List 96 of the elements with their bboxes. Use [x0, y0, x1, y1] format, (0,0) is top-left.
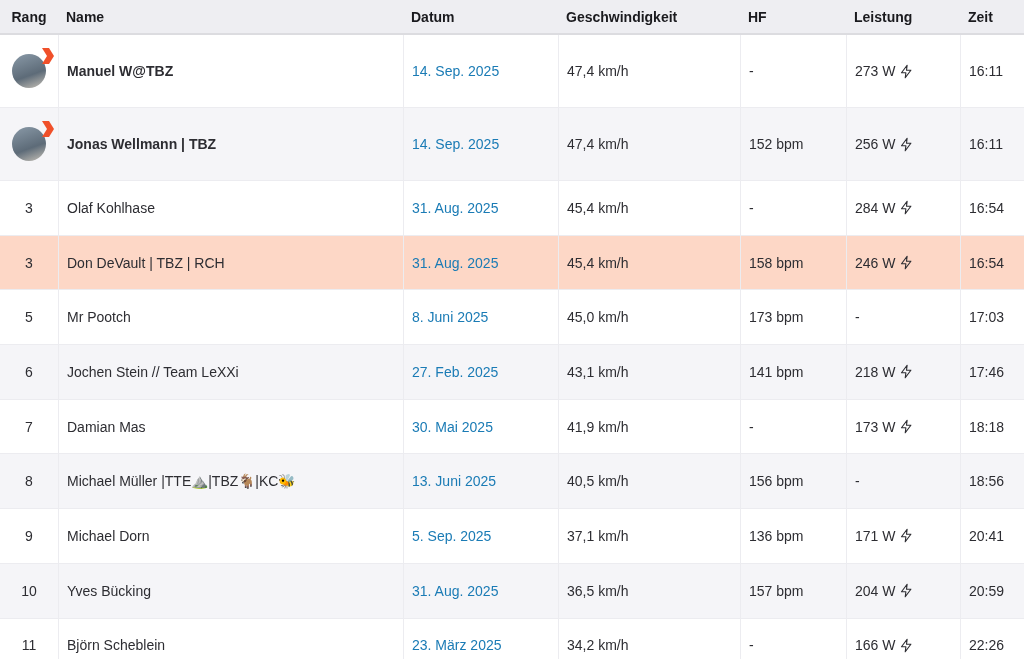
leaderboard-row[interactable]: 6 Jochen Stein // Team LeXXi 27. Feb. 2025 43,1 km/h 141 bpm 218 W 17:46 [0, 345, 1024, 400]
rank-number: 5 [25, 309, 33, 326]
power-value: 166 W [855, 637, 896, 654]
heart-rate-value: - [749, 637, 754, 654]
date-link[interactable]: 8. Juni 2025 [412, 309, 489, 326]
heart-rate-value: 157 bpm [749, 582, 804, 599]
speed-value: 47,4 km/h [567, 63, 629, 79]
leaderboard-row[interactable]: 10 Yves Bücking 31. Aug. 2025 36,5 km/h 157 bpm 204 W 20:59 [0, 563, 1024, 619]
column-header: Name [65, 7, 106, 27]
power-value: - [855, 473, 860, 490]
chevron-badge-icon [40, 121, 54, 137]
leaderboard-row[interactable]: 8 Michael Müller |TTE⛰|TBZ🐐|KC🐝 13. Juni 2025 40,5 km/h 156 bpm - 18:56 [0, 454, 1024, 510]
speed-value: 37,1 km/h [567, 527, 629, 544]
date-link[interactable]: 31. Aug. 2025 [412, 254, 499, 271]
column-header: Zeit [967, 7, 994, 27]
heart-rate-value: 141 bpm [749, 363, 804, 380]
speed-value: 45,4 km/h [567, 254, 629, 271]
date-link[interactable]: 14. Sep. 2025 [412, 136, 500, 152]
power-value: 284 W [855, 199, 896, 216]
rank-number: 8 [25, 473, 33, 490]
avatar-photo [12, 127, 46, 161]
rank-number: 7 [25, 418, 33, 435]
leaderboard-row[interactable]: Jonas Wellmann | TBZ 14. Sep. 2025 47,4 km/h 152 bpm 256 W 16:11 [0, 108, 1024, 181]
time-value: 17:03 [969, 309, 1005, 326]
heart-rate-value: 156 bpm [749, 473, 804, 490]
speed-value: 45,0 km/h [567, 309, 629, 326]
heart-rate-value: - [749, 199, 754, 216]
heart-rate-value: 173 bpm [749, 309, 804, 326]
date-link[interactable]: 23. März 2025 [412, 637, 502, 654]
time-value: 18:56 [969, 473, 1005, 490]
leaderboard-row[interactable]: Manuel W@TBZ 14. Sep. 2025 47,4 km/h - 273 W 16:11 [0, 35, 1024, 108]
power-value: 256 W [855, 136, 896, 152]
time-value: 18:18 [969, 418, 1005, 435]
time-value: 22:26 [969, 637, 1005, 654]
speed-value: 47,4 km/h [567, 136, 629, 152]
heart-rate-value: 152 bpm [749, 136, 804, 152]
time-value: 20:41 [969, 527, 1005, 544]
power-value: 204 W [855, 582, 896, 599]
athlete-name: Michael Dorn [67, 527, 150, 544]
time-value: 20:59 [969, 582, 1005, 599]
leaderboard-row[interactable]: 5 Mr Pootch 8. Juni 2025 45,0 km/h 173 bpm - 17:03 [0, 290, 1024, 346]
time-value: 16:54 [969, 254, 1005, 271]
speed-value: 41,9 km/h [567, 418, 629, 435]
heart-rate-value: - [749, 418, 754, 435]
rank-number: 10 [21, 582, 37, 599]
leaderboard-row[interactable]: 3 Don DeVault | TBZ | RCH 31. Aug. 2025 45,4 km/h 158 bpm 246 W 16:54 [0, 235, 1024, 291]
column-header: Geschwindigkeit [565, 7, 679, 27]
rank-number: 3 [25, 254, 33, 271]
power-value: 218 W [855, 363, 896, 380]
chevron-badge-icon [40, 48, 54, 64]
column-header: Leistung [853, 7, 914, 27]
column-header: Datum [410, 7, 456, 27]
rank-number: 6 [25, 363, 33, 380]
rank-number: 3 [25, 199, 33, 216]
avatar-photo [12, 54, 46, 88]
athlete-name: Yves Bücking [67, 582, 152, 599]
date-link[interactable]: 14. Sep. 2025 [412, 63, 500, 79]
power-value: 273 W [855, 63, 896, 79]
athlete-name: Manuel W@TBZ [67, 63, 174, 79]
leaderboard-row[interactable]: 7 Damian Mas 30. Mai 2025 41,9 km/h - 173 W 18:18 [0, 399, 1024, 455]
athlete-name: Don DeVault | TBZ | RCH [67, 254, 225, 271]
athlete-name: Michael Müller |TTE⛰|TBZ🐐|KC🐝 [67, 473, 296, 490]
athlete-name: Jochen Stein // Team LeXXi [67, 363, 239, 380]
time-value: 16:11 [969, 136, 1003, 152]
date-link[interactable]: 27. Feb. 2025 [412, 363, 499, 380]
heart-rate-value: - [749, 63, 754, 79]
athlete-name: Olaf Kohlhase [67, 199, 155, 216]
athlete-name: Mr Pootch [67, 309, 131, 326]
column-header: Rang [10, 7, 48, 27]
heart-rate-value: 136 bpm [749, 527, 804, 544]
power-value: 246 W [855, 254, 896, 271]
speed-value: 43,1 km/h [567, 363, 629, 380]
leaderboard-row[interactable]: 3 Olaf Kohlhase 31. Aug. 2025 45,4 km/h - 284 W 16:54 [0, 181, 1024, 236]
athlete-name: Jonas Wellmann | TBZ [67, 136, 217, 152]
speed-value: 34,2 km/h [567, 637, 629, 654]
rank-number: 11 [21, 637, 37, 654]
rank-number: 9 [25, 527, 33, 544]
speed-value: 36,5 km/h [567, 582, 629, 599]
leaderboard-row[interactable]: 9 Michael Dorn 5. Sep. 2025 37,1 km/h 136 bpm 171 W 20:41 [0, 509, 1024, 564]
column-header: HF [747, 7, 768, 27]
date-link[interactable]: 13. Juni 2025 [412, 473, 497, 490]
athlete-name: Björn Scheblein [67, 637, 166, 654]
power-value: 171 W [855, 527, 896, 544]
heart-rate-value: 158 bpm [749, 254, 804, 271]
date-link[interactable]: 31. Aug. 2025 [412, 199, 499, 216]
time-value: 16:54 [969, 199, 1005, 216]
time-value: 17:46 [969, 363, 1005, 380]
speed-value: 40,5 km/h [567, 473, 629, 490]
speed-value: 45,4 km/h [567, 199, 629, 216]
date-link[interactable]: 31. Aug. 2025 [412, 582, 499, 599]
date-link[interactable]: 5. Sep. 2025 [412, 527, 492, 544]
time-value: 16:11 [969, 63, 1003, 79]
power-value: - [855, 309, 860, 326]
power-value: 173 W [855, 418, 896, 435]
date-link[interactable]: 30. Mai 2025 [412, 418, 493, 435]
athlete-name: Damian Mas [67, 418, 146, 435]
